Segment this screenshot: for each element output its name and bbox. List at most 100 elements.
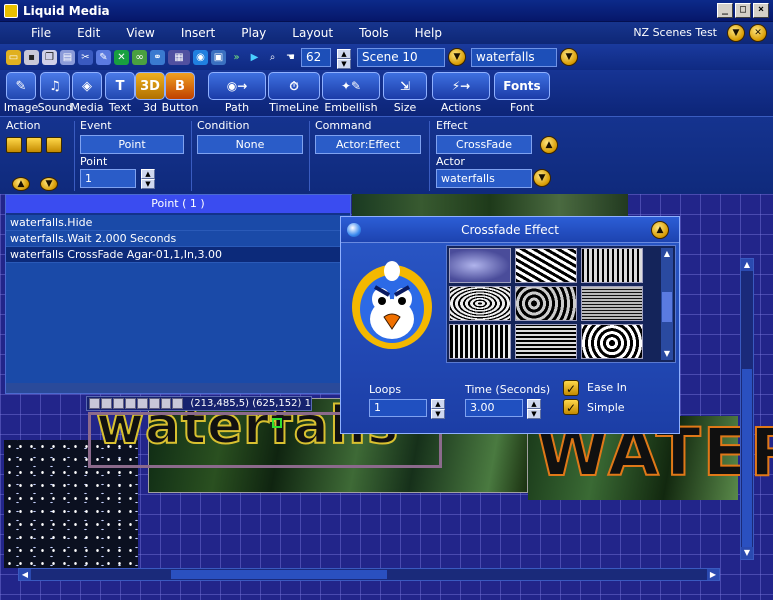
- scroll-up-icon[interactable]: ▲: [661, 248, 673, 260]
- effect-thumbnail[interactable]: [581, 324, 643, 359]
- point-input[interactable]: 1: [80, 169, 136, 188]
- effect-thumbnail[interactable]: [581, 248, 643, 283]
- 3d-tool[interactable]: 3D 3d: [133, 72, 167, 114]
- copy-icon[interactable]: ❐: [42, 49, 57, 65]
- add-action-icon[interactable]: [6, 137, 22, 153]
- effect-options-icon[interactable]: ▲: [540, 136, 558, 154]
- time-input[interactable]: 3.00: [465, 399, 523, 417]
- globe-icon[interactable]: ◉: [193, 49, 208, 65]
- minimize-button[interactable]: _: [717, 3, 733, 18]
- timeline-tool[interactable]: ⏱ TimeLine: [268, 72, 320, 114]
- collapse-icon[interactable]: ▲: [651, 221, 669, 239]
- delete-point-icon[interactable]: [136, 398, 148, 409]
- effect-thumbnail[interactable]: [449, 286, 511, 321]
- save-icon[interactable]: ▪: [24, 49, 39, 65]
- media-tool[interactable]: ◈ Media: [70, 72, 104, 114]
- maximize-button[interactable]: □: [735, 3, 751, 18]
- selection-handle[interactable]: [272, 418, 282, 428]
- condition-select[interactable]: None: [197, 135, 303, 154]
- fast-forward-icon[interactable]: »: [229, 50, 244, 65]
- loops-input[interactable]: 1: [369, 399, 427, 417]
- actor-field[interactable]: waterfalls: [436, 169, 532, 188]
- close-button[interactable]: ×: [753, 3, 769, 18]
- time-stepper[interactable]: ▲ ▼: [527, 399, 541, 419]
- event-select[interactable]: Point: [80, 135, 184, 154]
- zoom-input[interactable]: 62: [301, 47, 331, 67]
- effect-thumbnail[interactable]: [449, 248, 511, 283]
- delete-icon[interactable]: ✕: [114, 49, 129, 65]
- actions-tool[interactable]: ⚡→ Actions: [432, 72, 490, 114]
- list-item[interactable]: waterfalls.Wait 2.000 Seconds: [6, 231, 350, 247]
- scene-dropdown-icon[interactable]: ▼: [448, 48, 466, 66]
- chevron-down-icon[interactable]: ▼: [727, 24, 745, 42]
- scroll-down-icon[interactable]: ▼: [661, 348, 673, 360]
- unlink-icon[interactable]: ⚭: [150, 49, 165, 65]
- actor-dropdown-icon[interactable]: ▼: [560, 48, 578, 66]
- menu-edit[interactable]: Edit: [64, 26, 113, 40]
- effect-thumbnail[interactable]: [515, 324, 577, 359]
- close-icon[interactable]: ✕: [749, 24, 767, 42]
- snap-icon[interactable]: [148, 398, 160, 409]
- menu-help[interactable]: Help: [402, 26, 455, 40]
- point-scrollbar[interactable]: [6, 383, 350, 393]
- link-icon[interactable]: ∞: [132, 49, 147, 65]
- menu-play[interactable]: Play: [228, 26, 279, 40]
- menu-view[interactable]: View: [113, 26, 167, 40]
- text-tool[interactable]: T Text: [103, 72, 137, 114]
- scroll-right-icon[interactable]: ▶: [707, 569, 719, 580]
- scroll-thumb[interactable]: [742, 369, 752, 554]
- film-icon[interactable]: ▦: [168, 49, 190, 65]
- menu-file[interactable]: File: [18, 26, 64, 40]
- lock-icon[interactable]: [160, 398, 172, 409]
- embellish-tool[interactable]: ✦✎ Embellish: [322, 72, 380, 114]
- effect-thumbnail[interactable]: [581, 286, 643, 321]
- button-tool[interactable]: B Button: [162, 72, 198, 114]
- image-tool[interactable]: ✎ Image: [4, 72, 38, 114]
- command-select[interactable]: Actor:Effect: [315, 135, 421, 154]
- simple-checkbox[interactable]: ✓: [563, 399, 579, 415]
- effect-thumbnail[interactable]: [449, 324, 511, 359]
- insert-action-icon[interactable]: [26, 137, 42, 153]
- layer-icon[interactable]: [112, 398, 124, 409]
- move-up-icon[interactable]: ▲: [12, 177, 30, 191]
- menu-insert[interactable]: Insert: [168, 26, 228, 40]
- scroll-up-icon[interactable]: ▲: [741, 259, 753, 271]
- actor-select[interactable]: waterfalls: [471, 47, 557, 67]
- list-item[interactable]: waterfalls.Hide: [6, 215, 350, 231]
- menu-layout[interactable]: Layout: [279, 26, 346, 40]
- sound-tool[interactable]: ♫ Sound: [38, 72, 72, 114]
- brush-icon[interactable]: ✎: [96, 49, 111, 65]
- effect-thumbnail[interactable]: [515, 286, 577, 321]
- zoom-stepper[interactable]: ▲ ▼: [337, 48, 351, 69]
- move-down-icon[interactable]: ▼: [40, 177, 58, 191]
- cut-icon[interactable]: ✂: [78, 49, 93, 65]
- scene-icon[interactable]: ▣: [211, 49, 226, 65]
- path-tool[interactable]: ◉→ Path: [208, 72, 266, 114]
- delete-action-icon[interactable]: [46, 137, 62, 153]
- menu-tools[interactable]: Tools: [346, 26, 402, 40]
- scroll-down-icon[interactable]: ▼: [741, 547, 753, 559]
- scroll-left-icon[interactable]: ◀: [19, 569, 31, 580]
- move-icon[interactable]: [89, 398, 100, 409]
- scene-select[interactable]: Scene 10: [357, 47, 445, 67]
- size-tool[interactable]: ⇲ Size: [383, 72, 427, 114]
- point-stepper[interactable]: ▲ ▼: [141, 169, 155, 189]
- font-tool[interactable]: Fonts Font: [494, 72, 550, 114]
- ease-in-checkbox[interactable]: ✓: [563, 380, 579, 396]
- effect-select[interactable]: CrossFade: [436, 135, 532, 154]
- open-icon[interactable]: ▭: [6, 49, 21, 65]
- pin-icon[interactable]: [172, 398, 184, 409]
- actor-dropdown-icon[interactable]: ▼: [533, 169, 551, 187]
- loops-stepper[interactable]: ▲ ▼: [431, 399, 445, 419]
- pick-icon[interactable]: [124, 398, 136, 409]
- paste-icon[interactable]: ▤: [60, 49, 75, 65]
- grid-icon[interactable]: [100, 398, 112, 409]
- horizontal-scrollbar[interactable]: ◀ ▶: [18, 568, 720, 581]
- list-item[interactable]: waterfalls CrossFade Agar-01,1,In,3.00: [6, 247, 350, 263]
- gallery-scrollbar[interactable]: ▲ ▼: [661, 248, 673, 360]
- scroll-thumb[interactable]: [171, 570, 387, 579]
- zoom-icon[interactable]: ⌕: [265, 50, 280, 65]
- hand-icon[interactable]: ☚: [283, 50, 298, 65]
- vertical-scrollbar[interactable]: ▲ ▼: [740, 258, 754, 560]
- scroll-thumb[interactable]: [662, 292, 672, 322]
